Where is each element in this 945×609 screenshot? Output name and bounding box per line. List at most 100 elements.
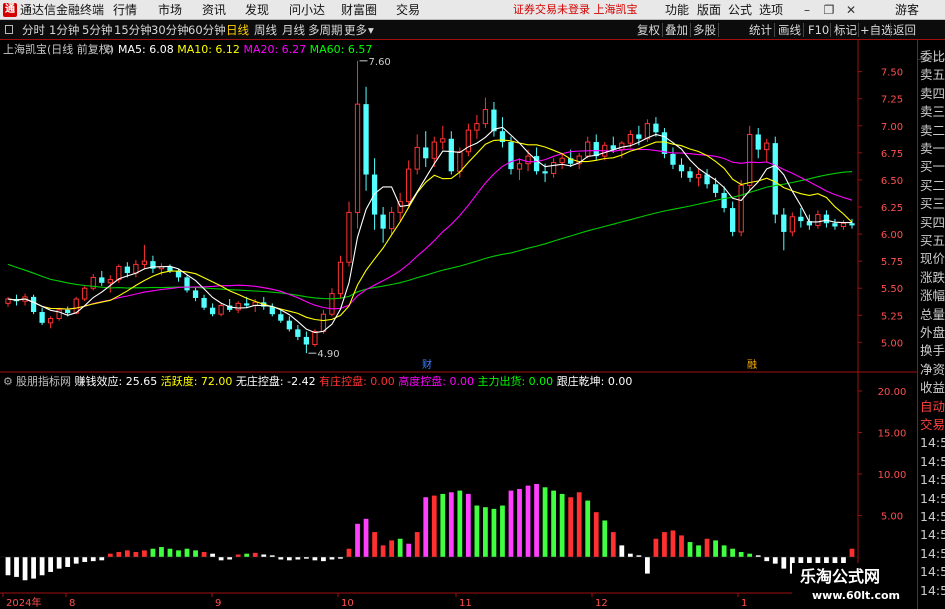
- overlay-button[interactable]: 叠加: [665, 20, 688, 40]
- candle-body: [457, 151, 463, 172]
- candle-body: [832, 223, 838, 227]
- period-more[interactable]: 更多: [344, 20, 367, 40]
- toolbar-divider: [718, 23, 719, 37]
- high-label: 7.60: [369, 57, 391, 68]
- candle-body: [303, 336, 310, 345]
- menu-functions[interactable]: 功能: [665, 2, 689, 18]
- menu-trade[interactable]: 交易: [396, 2, 420, 18]
- period-30min[interactable]: 30分钟: [151, 20, 189, 40]
- menu-formula[interactable]: 公式: [728, 2, 752, 18]
- candle-body: [124, 266, 130, 274]
- panel-label: 外盘: [920, 325, 945, 340]
- candle-body: [82, 287, 88, 300]
- indicator-legend-item: 有庄控盘: 0.00: [319, 375, 399, 388]
- panel-label: 14:56: [920, 545, 945, 561]
- date-axis: 2024年 8 9 10 11 12 1: [2, 593, 747, 609]
- draw-line-button[interactable]: 画线: [778, 20, 801, 40]
- panel-label: 买二: [920, 177, 945, 193]
- candle-body: [789, 216, 795, 233]
- indicator-bar: [48, 557, 54, 572]
- panel-label[interactable]: 自动: [920, 398, 945, 415]
- settings-gear-icon[interactable]: ⚙: [104, 43, 114, 57]
- minimize-icon[interactable]: –: [797, 1, 817, 19]
- panel-label: 买四: [920, 214, 945, 230]
- indicator-bar: [508, 490, 514, 557]
- candle-body: [354, 103, 361, 213]
- indicator-bar: [559, 493, 565, 557]
- stats-button[interactable]: 统计: [749, 20, 772, 40]
- candle-body: [448, 138, 454, 172]
- indicator-bar: [22, 557, 28, 581]
- candle-body: [764, 142, 770, 151]
- indicator-bar: [252, 552, 258, 557]
- period-intraday[interactable]: 分时: [22, 20, 45, 40]
- indicator-bar: [670, 530, 676, 557]
- period-weekly[interactable]: 周线: [254, 20, 277, 40]
- panel-label: 14:56: [920, 453, 945, 469]
- multi-stock-button[interactable]: 多股: [693, 20, 716, 40]
- indicator-bar: [193, 550, 198, 557]
- indicator-bar: [372, 532, 377, 557]
- period-60min[interactable]: 60分钟: [188, 20, 226, 40]
- back-button[interactable]: 返回: [893, 20, 916, 40]
- menu-layout[interactable]: 版面: [697, 2, 721, 18]
- ma-legend-item: MA60: 6.57: [309, 43, 373, 56]
- period-daily[interactable]: 日线: [226, 20, 249, 40]
- candle-body: [244, 303, 250, 306]
- period-5min[interactable]: 5分钟: [82, 20, 112, 40]
- cursor-tool-icon[interactable]: [5, 25, 13, 34]
- app-title: 通达信金融终端: [20, 3, 105, 17]
- menu-market[interactable]: 市场: [158, 2, 182, 18]
- candle-body: [840, 222, 847, 227]
- indicator-bar: [295, 557, 301, 560]
- y-tick-label: 7.25: [881, 95, 903, 106]
- candle-body: [755, 134, 761, 150]
- menu-wealth-circle[interactable]: 财富圈: [341, 2, 377, 18]
- indicator-bar: [440, 493, 446, 557]
- indicator-bar: [39, 557, 45, 576]
- period-1min[interactable]: 1分钟: [49, 20, 79, 40]
- candle-body: [141, 260, 148, 265]
- period-monthly[interactable]: 月线: [282, 20, 305, 40]
- candle-body: [508, 142, 514, 170]
- candle-body: [406, 168, 412, 203]
- add-watchlist-button[interactable]: +自选: [860, 20, 893, 40]
- login-status-text: 证券交易未登录 上海凯宝: [513, 3, 638, 16]
- candle-body: [849, 223, 855, 226]
- f10-button[interactable]: F10: [808, 20, 829, 40]
- panel-label: 涨幅: [920, 288, 945, 304]
- candle-body: [337, 261, 344, 295]
- menu-discover[interactable]: 发现: [245, 2, 269, 18]
- mark-button[interactable]: 标记: [834, 20, 857, 40]
- menu-options[interactable]: 选项: [759, 2, 783, 18]
- menu-news[interactable]: 资讯: [202, 2, 226, 18]
- period-15min[interactable]: 15分钟: [114, 20, 152, 40]
- x-tick-label: 8: [69, 598, 75, 609]
- indicator-bar: [414, 532, 420, 557]
- candle-body: [772, 143, 778, 215]
- menu-quotes[interactable]: 行情: [113, 2, 137, 18]
- candle-body: [738, 184, 744, 233]
- indicator-bar: [235, 554, 241, 557]
- period-multi[interactable]: 多周期: [308, 20, 343, 40]
- chevron-down-icon[interactable]: ▾: [368, 20, 374, 40]
- candle-body: [550, 162, 557, 174]
- panel-label[interactable]: 交易: [920, 416, 945, 433]
- restore-icon[interactable]: ❐: [819, 1, 839, 19]
- indicator-bar: [730, 548, 736, 557]
- candle-body: [380, 214, 386, 229]
- y-tick-label: 7.00: [881, 122, 903, 133]
- indicator-gear-icon[interactable]: ⚙: [3, 375, 13, 389]
- y-tick-label: 5.00: [881, 338, 903, 349]
- chart-area[interactable]: 7.60 4.90 财 融 7.50 7.25 7.00 6.75 6.50 6.25 6.00 5…: [0, 40, 917, 609]
- ma10-line: [7, 139, 853, 322]
- candle-body: [431, 141, 437, 159]
- close-icon[interactable]: ✕: [841, 1, 861, 19]
- panel-label: 涨跌: [920, 269, 945, 285]
- adjust-button[interactable]: 复权: [637, 20, 660, 40]
- menu-ask-xiaoda[interactable]: 问小达: [289, 2, 325, 18]
- panel-label: 卖五: [920, 67, 945, 83]
- watermark-title: 乐淘公式网: [800, 567, 881, 586]
- indicator-bar: [261, 554, 267, 557]
- app-logo-icon: 通: [3, 3, 17, 17]
